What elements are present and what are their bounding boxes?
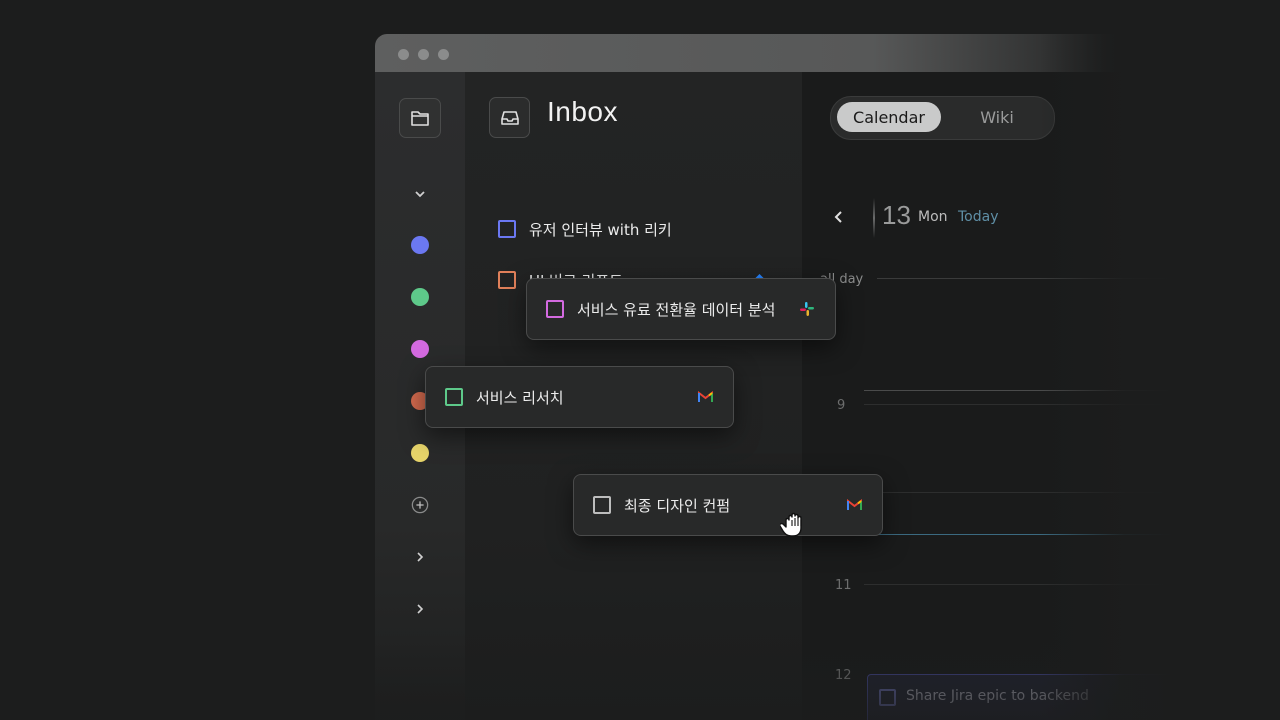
- task-checkbox[interactable]: [498, 220, 516, 238]
- task-label: 유저 인터뷰 with 리키: [529, 220, 672, 239]
- event-label: Share Jira epic to backend: [906, 688, 1089, 704]
- task-label: 서비스 리서치: [476, 388, 564, 407]
- close-window-dot[interactable]: [398, 49, 409, 60]
- date-number: 13: [882, 200, 911, 230]
- grab-cursor-icon: [779, 506, 818, 546]
- task-item[interactable]: 서비스 리서치: [445, 367, 564, 427]
- task-item[interactable]: 유저 인터뷰 with 리키: [498, 218, 672, 240]
- previous-day-chevron-icon[interactable]: [830, 208, 848, 226]
- expand-chevron-icon[interactable]: [411, 548, 429, 566]
- title-bar: [375, 34, 1280, 72]
- calendar-event[interactable]: Share Jira epic to backend: [867, 674, 1280, 720]
- project-dot-purple[interactable]: [411, 340, 429, 358]
- task-checkbox[interactable]: [445, 388, 463, 406]
- project-dot-green[interactable]: [411, 288, 429, 306]
- add-project-icon[interactable]: [411, 496, 429, 514]
- hour-label: 12: [835, 668, 852, 683]
- weekday-label: Mon: [918, 209, 948, 225]
- day-divider: [873, 198, 875, 238]
- task-checkbox[interactable]: [546, 300, 564, 318]
- minimize-window-dot[interactable]: [418, 49, 429, 60]
- current-time-line: [864, 534, 1280, 535]
- dragged-task-card[interactable]: 서비스 유료 전환율 데이터 분석: [526, 278, 836, 340]
- task-label: 최종 디자인 컨펌: [624, 496, 731, 515]
- hour-label: 9: [837, 398, 846, 413]
- expand-chevron-icon[interactable]: [411, 600, 429, 618]
- page-title: Inbox: [547, 96, 618, 127]
- dragged-task-card[interactable]: 서비스 리서치: [425, 366, 734, 428]
- all-day-line: [877, 278, 1280, 279]
- view-switcher: Calendar Wiki: [830, 96, 1055, 140]
- tab-calendar[interactable]: Calendar: [837, 102, 941, 132]
- gmail-icon: [846, 497, 862, 513]
- folder-icon: [411, 111, 429, 126]
- hour-line: [864, 584, 1280, 585]
- today-button[interactable]: Today: [958, 209, 999, 225]
- dragged-task-card[interactable]: 최종 디자인 컨펌: [573, 474, 883, 536]
- task-item[interactable]: 최종 디자인 컨펌: [593, 475, 730, 535]
- hour-line: [864, 404, 1280, 405]
- hour-label: 11: [835, 578, 852, 593]
- task-checkbox[interactable]: [498, 271, 516, 289]
- maximize-window-dot[interactable]: [438, 49, 449, 60]
- project-dot-yellow[interactable]: [411, 444, 429, 462]
- gmail-icon: [697, 389, 713, 405]
- folder-button[interactable]: [399, 98, 441, 138]
- calendar-pane: Calendar Wiki 13 Mon Today all day 9 10 …: [802, 72, 1280, 720]
- task-checkbox[interactable]: [593, 496, 611, 514]
- tab-wiki[interactable]: Wiki: [949, 102, 1045, 132]
- project-dot-blue[interactable]: [411, 236, 429, 254]
- inbox-tray-button[interactable]: [489, 97, 530, 138]
- hour-line: [864, 390, 1280, 391]
- event-checkbox[interactable]: [879, 689, 896, 706]
- task-label: 서비스 유료 전환율 데이터 분석: [577, 300, 776, 319]
- task-item[interactable]: 서비스 유료 전환율 데이터 분석: [546, 279, 775, 339]
- inbox-tray-icon: [500, 110, 519, 125]
- hour-line: [864, 492, 1280, 493]
- collapse-chevron-icon[interactable]: [411, 185, 429, 203]
- slack-icon: [799, 301, 815, 317]
